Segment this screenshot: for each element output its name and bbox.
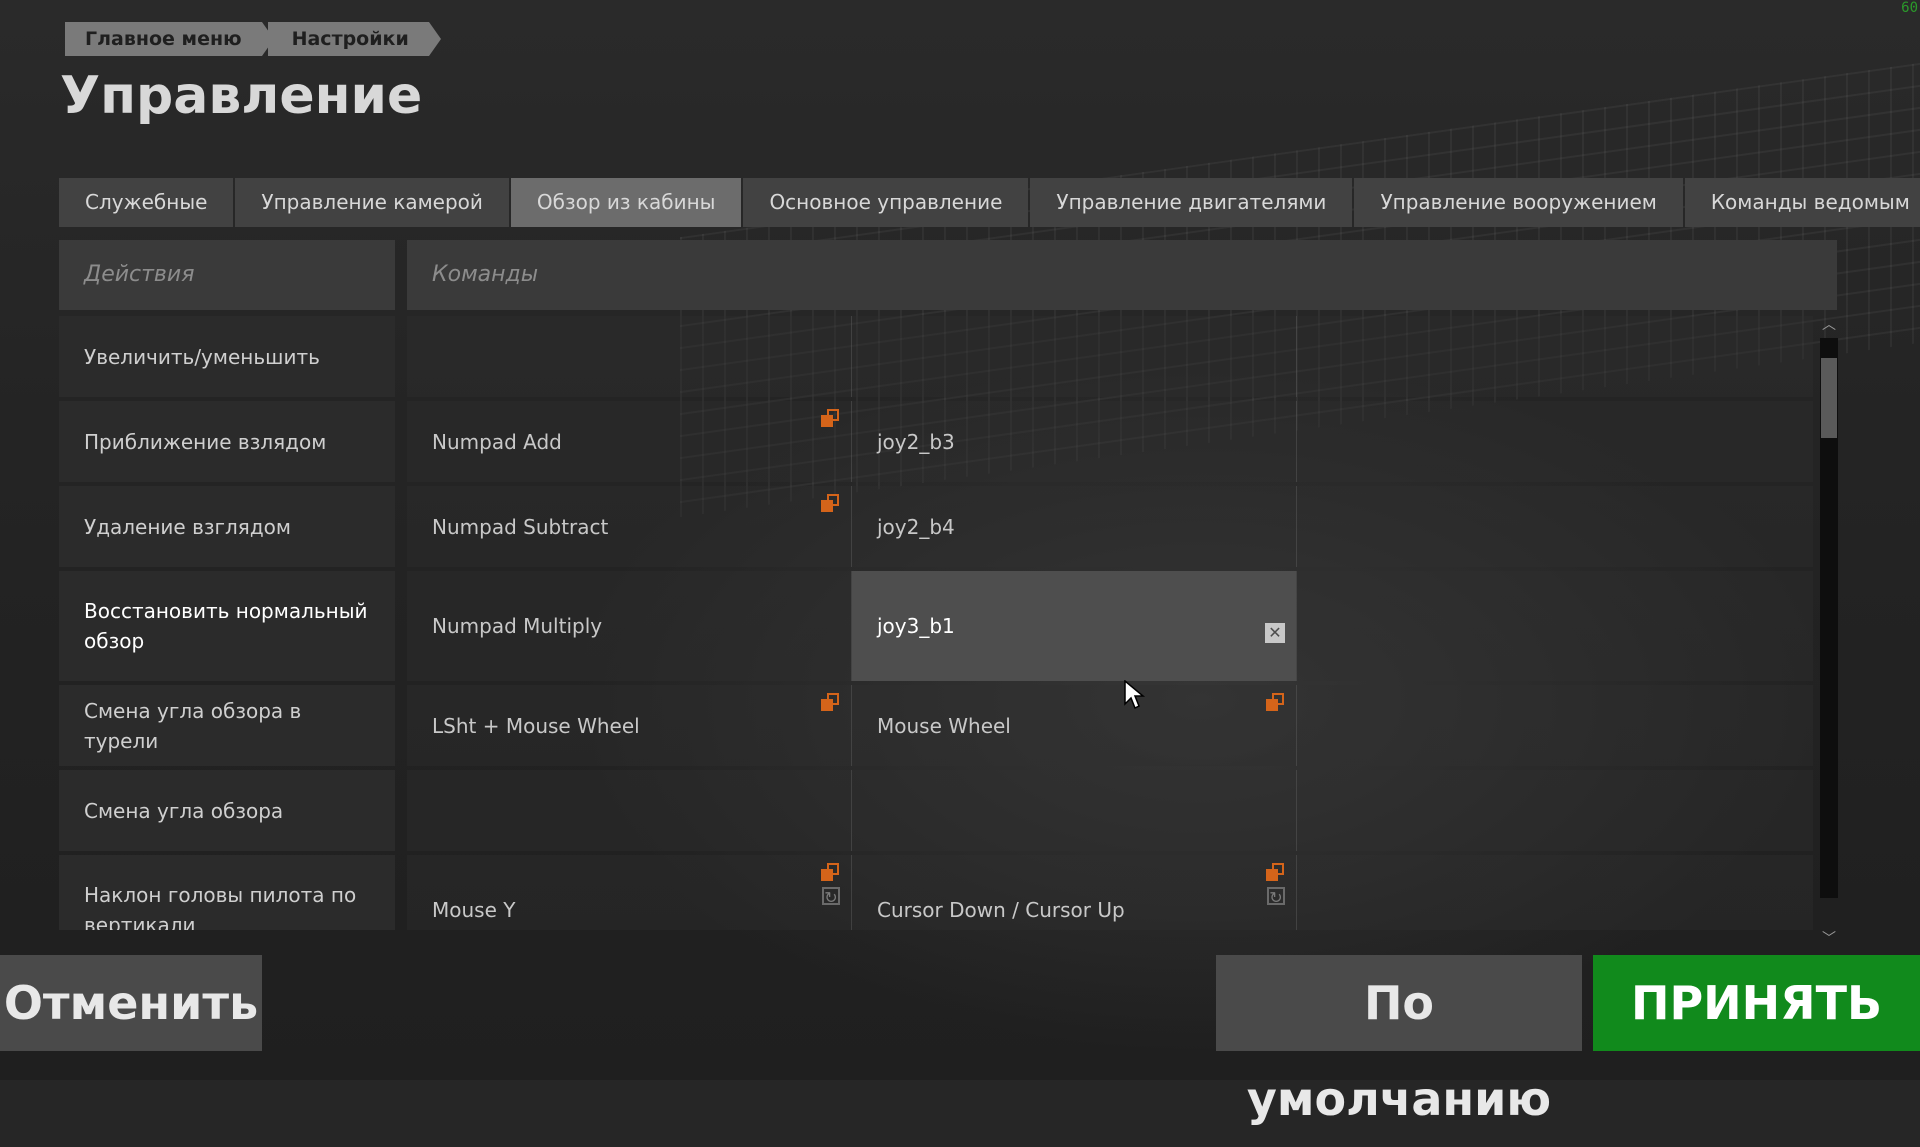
copy-icon[interactable] (821, 494, 841, 514)
binding-row-zoom: Увеличить/уменьшить (59, 316, 1819, 401)
tab-weapons-control[interactable]: Управление вооружением (1354, 178, 1683, 227)
chevron-up-icon[interactable]: ︿ (1820, 316, 1838, 334)
binding-row-reset-view: Восстановить нормальный обзор Numpad Mul… (59, 571, 1819, 685)
command-slot-3[interactable] (1297, 685, 1813, 766)
command-slot-2[interactable]: Cursor Down / Cursor Up (852, 855, 1296, 930)
chevron-down-icon[interactable]: ﹀ (1820, 930, 1838, 948)
command-slot-3[interactable] (1297, 571, 1813, 681)
command-slot-3[interactable] (1297, 855, 1813, 930)
copy-icon[interactable] (821, 693, 841, 713)
command-slot-2[interactable]: joy2_b4 (852, 486, 1296, 567)
command-slot-1[interactable] (407, 770, 851, 851)
action-label: Восстановить нормальный обзор (59, 571, 395, 681)
command-slot-1[interactable]: Numpad Multiply (407, 571, 851, 681)
tab-main-control[interactable]: Основное управление (743, 178, 1029, 227)
tab-cockpit-view[interactable]: Обзор из кабины (510, 178, 742, 227)
binding-row-zoom-in-gaze: Приближение взлядом Numpad Add joy2_b3 (59, 401, 1819, 486)
action-label: Приближение взлядом (59, 401, 395, 482)
command-slot-1[interactable]: Mouse Y (407, 855, 851, 930)
copy-icon[interactable] (821, 409, 841, 429)
action-label: Смена угла обзора (59, 770, 395, 851)
fps-counter: 60 (1901, 0, 1918, 16)
action-label: Увеличить/уменьшить (59, 316, 395, 397)
command-slot-1[interactable]: LSht + Mouse Wheel (407, 685, 851, 766)
binding-row-turret-view-angle: Смена угла обзора в турели LSht + Mouse … (59, 685, 1819, 770)
action-label: Удаление взглядом (59, 486, 395, 567)
tab-camera-control[interactable]: Управление камерой (235, 178, 509, 227)
cancel-button[interactable]: Отменить (0, 955, 262, 1051)
mouse-cursor-icon (1124, 680, 1146, 710)
breadcrumb: Главное меню Настройки (65, 22, 441, 56)
copy-icon[interactable] (1266, 693, 1286, 713)
command-slot-3[interactable] (1297, 770, 1813, 851)
tab-engine-control[interactable]: Управление двигателями (1030, 178, 1353, 227)
command-slot-2[interactable] (852, 316, 1296, 397)
command-slot-1[interactable]: Numpad Subtract (407, 486, 851, 567)
scroll-track[interactable] (1820, 338, 1838, 898)
invert-axis-icon[interactable]: ↻ (822, 887, 840, 907)
actions-column-header: Действия (59, 240, 395, 310)
binding-row-view-angle: Смена угла обзора (59, 770, 1819, 855)
tab-service[interactable]: Служебные (59, 178, 234, 227)
command-slot-2-selected[interactable]: joy3_b1 (852, 571, 1296, 681)
command-slot-3[interactable] (1297, 401, 1813, 482)
breadcrumb-main-menu[interactable]: Главное меню (65, 22, 274, 56)
tab-wingman-commands[interactable]: Команды ведомым (1684, 178, 1920, 227)
commands-column-header: Команды (407, 240, 1837, 310)
accept-button[interactable]: ПРИНЯТЬ (1593, 955, 1920, 1051)
tab-bar: Служебные Управление камерой Обзор из ка… (59, 178, 1920, 227)
command-slot-2[interactable]: Mouse Wheel (852, 685, 1296, 766)
command-slot-2[interactable] (852, 770, 1296, 851)
command-slot-1[interactable] (407, 316, 851, 397)
default-button[interactable]: По умолчанию (1216, 955, 1582, 1126)
breadcrumb-settings[interactable]: Настройки (267, 22, 441, 56)
vertical-scrollbar[interactable]: ︿ ﹀ (1820, 316, 1838, 947)
invert-axis-icon[interactable]: ↻ (1267, 887, 1285, 907)
clear-binding-icon[interactable]: ✕ (1265, 623, 1285, 643)
binding-row-head-tilt-vertical: Наклон головы пилота по вертикали Mouse … (59, 855, 1819, 930)
command-slot-3[interactable] (1297, 486, 1813, 567)
command-slot-2[interactable]: joy2_b3 (852, 401, 1296, 482)
bindings-list: Увеличить/уменьшить Приближение взлядом … (59, 316, 1819, 930)
action-label: Смена угла обзора в турели (59, 685, 395, 766)
binding-row-zoom-out-gaze: Удаление взглядом Numpad Subtract joy2_b… (59, 486, 1819, 571)
scroll-thumb[interactable] (1821, 358, 1837, 438)
page-title: Управление (60, 66, 423, 126)
copy-icon[interactable] (821, 863, 841, 883)
command-slot-3[interactable] (1297, 316, 1813, 397)
action-label: Наклон головы пилота по вертикали (59, 855, 395, 930)
command-slot-1[interactable]: Numpad Add (407, 401, 851, 482)
copy-icon[interactable] (1266, 863, 1286, 883)
